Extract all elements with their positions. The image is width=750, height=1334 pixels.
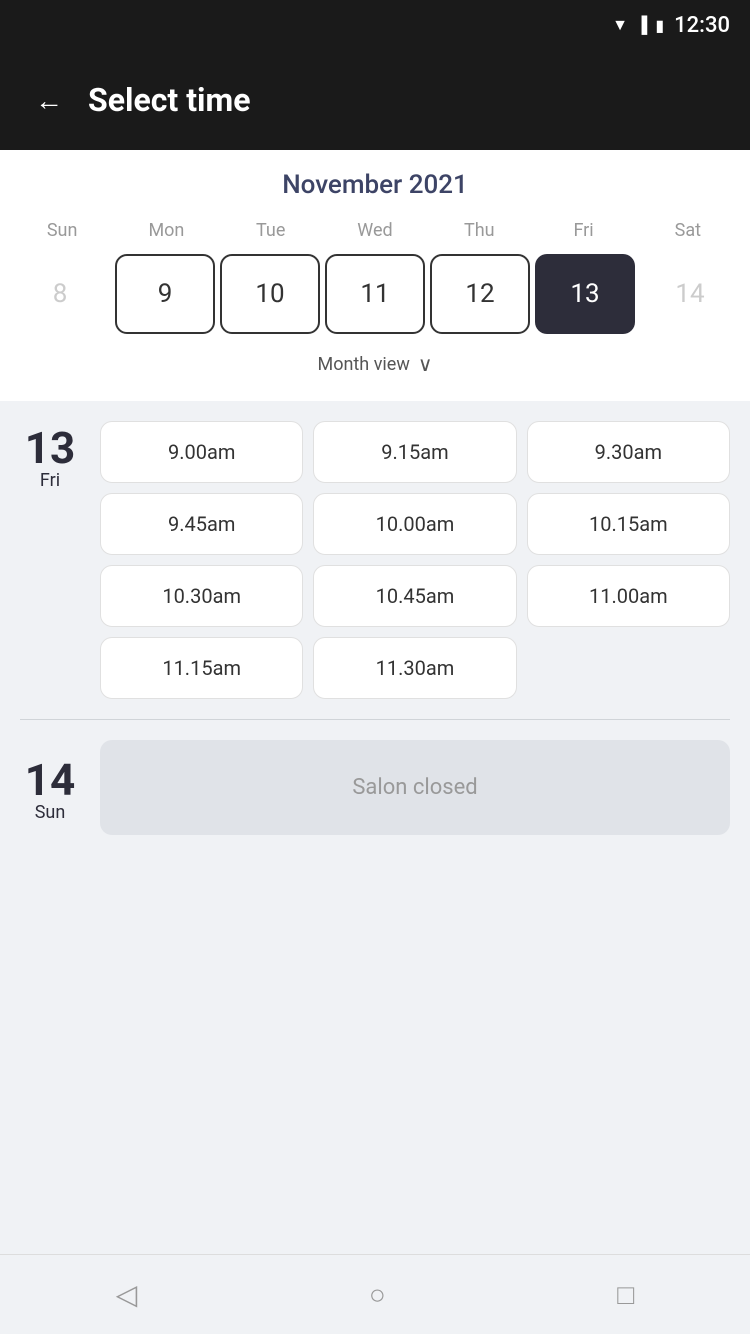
- time-slot-900[interactable]: 9.00am: [100, 421, 303, 483]
- time-grid-13: 9.00am 9.15am 9.30am 9.45am 10.00am 10.1…: [100, 421, 730, 699]
- month-year-label: November 2021: [0, 170, 750, 200]
- battery-icon: ▮: [655, 16, 664, 35]
- nav-home-button[interactable]: ○: [349, 1268, 406, 1321]
- day-12[interactable]: 12: [430, 254, 530, 334]
- day-9[interactable]: 9: [115, 254, 215, 334]
- day-block-13: 13 Fri 9.00am 9.15am 9.30am 9.45am 10.00…: [20, 421, 730, 699]
- section-divider: [20, 719, 730, 720]
- page-title: Select time: [88, 81, 250, 119]
- day-label-13: 13 Fri: [20, 421, 80, 699]
- calendar-section: November 2021 Sun Mon Tue Wed Thu Fri Sa…: [0, 150, 750, 401]
- weekday-thu: Thu: [427, 215, 531, 246]
- day-name-14: Sun: [35, 802, 66, 823]
- back-button[interactable]: ←: [30, 79, 68, 122]
- nav-bar: ◁ ○ □: [0, 1254, 750, 1334]
- time-slot-1045[interactable]: 10.45am: [313, 565, 516, 627]
- time-slot-1115[interactable]: 11.15am: [100, 637, 303, 699]
- time-slot-1100[interactable]: 11.00am: [527, 565, 730, 627]
- signal-icon: ▐: [636, 15, 647, 35]
- day-14: 14: [640, 254, 740, 334]
- weekday-sun: Sun: [10, 215, 114, 246]
- time-slot-930[interactable]: 9.30am: [527, 421, 730, 483]
- day-label-14: 14 Sun: [20, 753, 80, 823]
- time-slots-section: 13 Fri 9.00am 9.15am 9.30am 9.45am 10.00…: [0, 401, 750, 875]
- weekday-mon: Mon: [114, 215, 218, 246]
- day-10[interactable]: 10: [220, 254, 320, 334]
- day-number-13: 13: [25, 426, 76, 470]
- time-slot-1000[interactable]: 10.00am: [313, 493, 516, 555]
- nav-recent-button[interactable]: □: [597, 1268, 654, 1321]
- day-number-14: 14: [25, 758, 76, 802]
- time-slot-1015[interactable]: 10.15am: [527, 493, 730, 555]
- status-time: 12:30: [674, 13, 730, 38]
- salon-closed-message: Salon closed: [100, 740, 730, 835]
- status-icons: ▼ ▐ ▮: [612, 15, 664, 35]
- status-bar: ▼ ▐ ▮ 12:30: [0, 0, 750, 50]
- weekday-fri: Fri: [531, 215, 635, 246]
- day-11[interactable]: 11: [325, 254, 425, 334]
- day-block-14: 14 Sun Salon closed: [20, 740, 730, 835]
- weekdays-row: Sun Mon Tue Wed Thu Fri Sat: [0, 215, 750, 246]
- app-header: ← Select time: [0, 50, 750, 150]
- time-slot-1130[interactable]: 11.30am: [313, 637, 516, 699]
- days-row: 8 9 10 11 12 13 14: [0, 246, 750, 342]
- time-slot-915[interactable]: 9.15am: [313, 421, 516, 483]
- chevron-down-icon: ∨: [418, 352, 433, 376]
- time-slot-945[interactable]: 9.45am: [100, 493, 303, 555]
- weekday-tue: Tue: [219, 215, 323, 246]
- nav-back-button[interactable]: ◁: [96, 1268, 158, 1321]
- time-slot-1030[interactable]: 10.30am: [100, 565, 303, 627]
- day-8: 8: [10, 254, 110, 334]
- month-view-toggle[interactable]: Month view ∨: [0, 342, 750, 391]
- weekday-wed: Wed: [323, 215, 427, 246]
- wifi-icon: ▼: [612, 15, 628, 35]
- month-view-label: Month view: [318, 354, 410, 375]
- weekday-sat: Sat: [636, 215, 740, 246]
- day-name-13: Fri: [40, 470, 60, 491]
- day-13[interactable]: 13: [535, 254, 635, 334]
